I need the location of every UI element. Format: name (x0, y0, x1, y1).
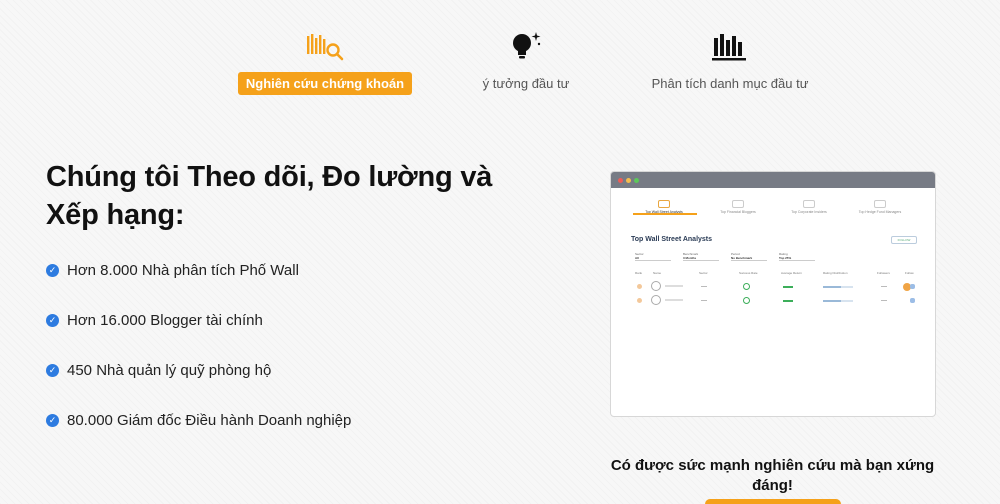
preview-tab-underline (633, 213, 697, 215)
column-header: Followers (877, 271, 890, 275)
preview-tab-icon (803, 200, 815, 208)
name-placeholder (665, 285, 683, 287)
preview-filter: Period No Benchmark (731, 252, 767, 261)
followers-placeholder (881, 286, 887, 287)
return-placeholder (783, 286, 793, 288)
column-header: Success Rate (739, 271, 758, 275)
preview-title: Top Wall Street Analysts (631, 236, 713, 243)
preview-tab-icon (658, 200, 670, 208)
tab-stock-research[interactable]: Nghiên cứu chứng khoán (237, 28, 413, 95)
stat-text: Hơn 8.000 Nhà phân tích Phố Wall (67, 262, 299, 279)
rating-bar-fill (823, 300, 841, 302)
headline: Chúng tôi Theo dõi, Đo lường và Xếp hạng… (46, 161, 493, 231)
stat-item: ✓ Hơn 16.000 Blogger tài chính (46, 308, 351, 333)
preview-window-bar (611, 172, 935, 188)
return-placeholder (783, 300, 793, 302)
avatar (651, 295, 661, 305)
follow-icon (910, 298, 915, 303)
rating-bar-fill (823, 286, 841, 288)
preview-filter: Rating Top 25% (779, 252, 815, 261)
filter-value: Top 25% (779, 256, 815, 261)
tab-label: Phân tích danh mục đầu tư (651, 76, 809, 91)
preview-tab: Top Financial Bloggers (715, 200, 761, 214)
success-rate-icon (743, 283, 750, 290)
column-header: Name (653, 271, 662, 275)
sector-placeholder (701, 286, 707, 287)
bar-chart-icon (710, 28, 750, 64)
column-header: Follow (905, 271, 914, 275)
feature-tabs: Nghiên cứu chứng khoán ý tưởng đầu tư Ph… (0, 28, 1000, 100)
cta-button[interactable] (705, 499, 841, 504)
follow-icon (910, 284, 915, 289)
column-header: Rank (635, 271, 643, 275)
preview-tab-icon (874, 200, 886, 208)
stat-text: 450 Nhà quản lý quỹ phòng hộ (67, 362, 272, 379)
filter-value: No Benchmark (731, 256, 767, 261)
rank-badge-icon (637, 284, 642, 289)
preview-tab: Top Wall Street Analysts (641, 200, 687, 214)
tab-portfolio-analysis[interactable]: Phân tích danh mục đầu tư (640, 28, 820, 91)
preview-tab-icon (732, 200, 744, 208)
preview-tab-label: Top Hedge Fund Managers (858, 210, 902, 214)
column-header: Sector (699, 271, 708, 275)
lightbulb-icon (508, 28, 544, 64)
column-header: Average Return (781, 271, 802, 275)
stock-research-icon (305, 28, 345, 64)
column-header: Rating Distribution (823, 271, 848, 275)
cta-text: Có được sức mạnh nghiên cứu mà bạn xứng … (610, 457, 935, 494)
preview-tab-label: Top Financial Bloggers (720, 210, 756, 214)
stat-item: ✓ 450 Nhà quản lý quỹ phòng hộ (46, 358, 351, 383)
stat-text: Hơn 16.000 Blogger tài chính (67, 312, 263, 329)
filter-value: All (635, 256, 671, 261)
filter-value: 3 Months (683, 256, 719, 261)
table-row (635, 280, 915, 294)
preview-filters: Sector All Benchmark 3 Months Period No Ben… (635, 252, 827, 261)
success-rate-icon (743, 297, 750, 304)
tab-label: ý tưởng đầu tư (482, 76, 570, 91)
preview-tab-label: Top Corporate Insiders (791, 210, 827, 214)
check-icon: ✓ (46, 414, 59, 427)
avatar (651, 281, 661, 291)
stats-list: ✓ Hơn 8.000 Nhà phân tích Phố Wall ✓ Hơn… (46, 258, 351, 458)
preview-follow-button: FOLLOW (891, 236, 917, 244)
tab-investment-ideas[interactable]: ý tưởng đầu tư (466, 28, 586, 91)
name-placeholder (665, 299, 683, 301)
stat-item: ✓ 80.000 Giám đốc Điều hành Doanh nghiệp (46, 408, 351, 433)
rank-badge-icon (637, 298, 642, 303)
preview-filter: Sector All (635, 252, 671, 261)
tab-label: Nghiên cứu chứng khoán (237, 72, 413, 95)
close-dot-icon (618, 177, 623, 183)
preview-tab: Top Corporate Insiders (786, 200, 832, 214)
preview-tabs: Top Wall Street Analysts Top Financial B… (611, 188, 935, 228)
stat-item: ✓ Hơn 8.000 Nhà phân tích Phố Wall (46, 258, 351, 283)
preview-tab: Top Hedge Fund Managers (857, 200, 903, 214)
preview-table-header: Rank Name Sector Success Rate Average Re… (635, 271, 915, 277)
sector-placeholder (701, 300, 707, 301)
minimize-dot-icon (626, 177, 631, 183)
followers-placeholder (881, 300, 887, 301)
maximize-dot-icon (634, 177, 639, 183)
check-icon: ✓ (46, 264, 59, 277)
preview-filter: Benchmark 3 Months (683, 252, 719, 261)
check-icon: ✓ (46, 364, 59, 377)
check-icon: ✓ (46, 314, 59, 327)
stat-text: 80.000 Giám đốc Điều hành Doanh nghiệp (67, 412, 352, 429)
table-row (635, 294, 915, 308)
app-preview-screenshot: Top Wall Street Analysts Top Financial B… (610, 171, 936, 417)
